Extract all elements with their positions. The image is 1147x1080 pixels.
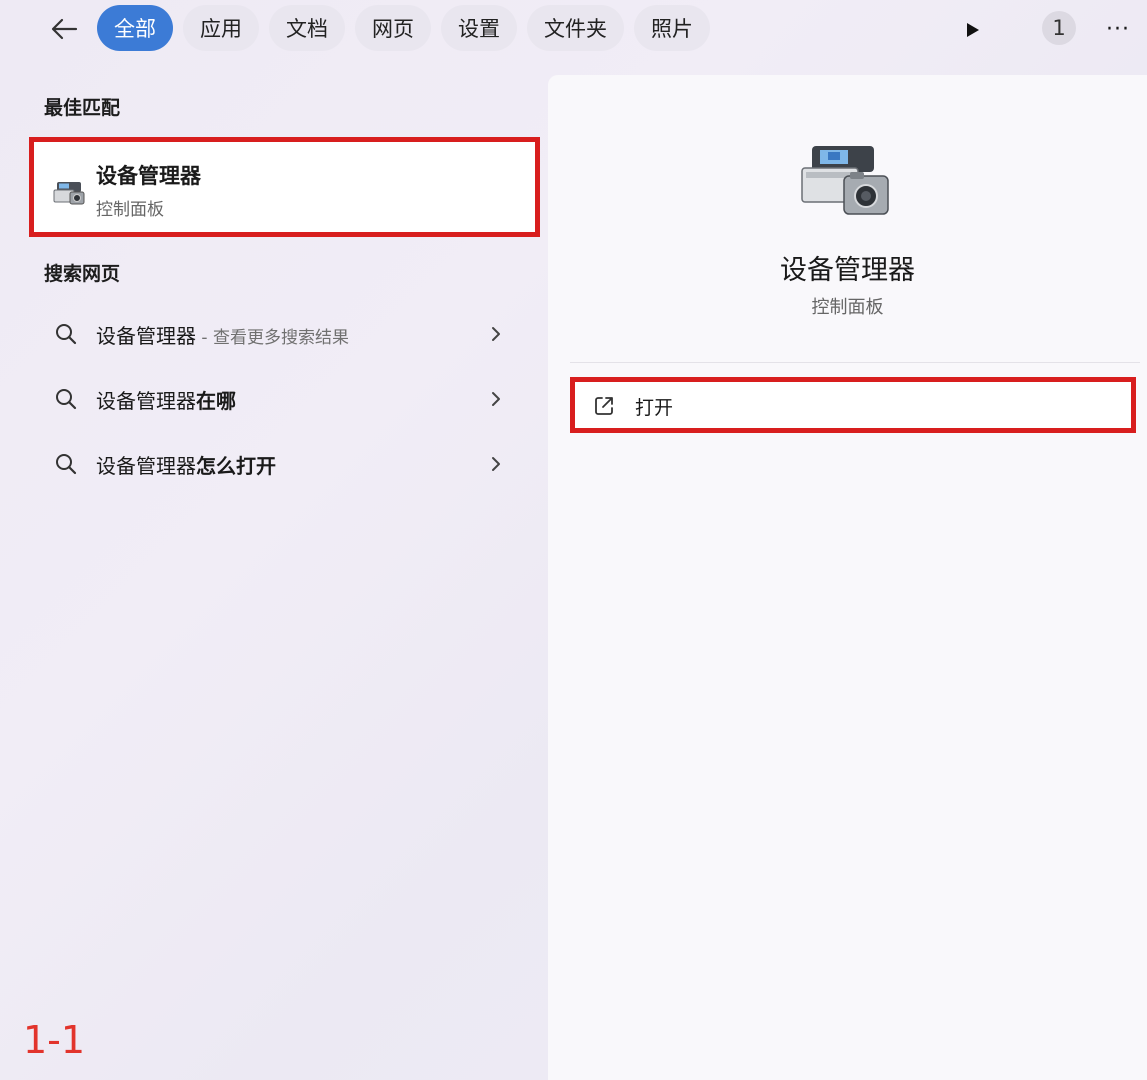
web-search-label: 设备管理器怎么打开 [96,454,276,478]
chevron-right-icon [492,457,500,471]
detail-panel: 设备管理器 控制面板 打开 [548,75,1147,1080]
web-search-item[interactable]: 设备管理器 - 查看更多搜索结果 [40,306,515,362]
web-search-item[interactable]: 设备管理器在哪 [40,371,515,427]
tab-photos[interactable]: 照片 [634,5,710,51]
device-manager-icon [53,182,85,205]
count-badge[interactable]: 1 [1042,11,1076,45]
web-search-label: 设备管理器 - 查看更多搜索结果 [96,324,349,348]
top-bar: 全部 应用 文档 网页 设置 文件夹 照片 1 ··· [0,0,1147,60]
tab-web[interactable]: 网页 [355,5,431,51]
search-icon [56,324,77,345]
open-external-icon [595,397,613,415]
more-options-button[interactable]: ··· [1101,14,1135,44]
play-icon [967,23,979,37]
web-search-label: 设备管理器在哪 [96,389,236,413]
web-search-heading: 搜索网页 [44,263,121,285]
search-icon [56,389,77,410]
tab-apps[interactable]: 应用 [183,5,259,51]
tab-settings[interactable]: 设置 [441,5,517,51]
open-label: 打开 [635,397,674,419]
tab-all[interactable]: 全部 [97,5,173,51]
figure-label: 1-1 [23,1018,86,1062]
tab-folders[interactable]: 文件夹 [527,5,624,51]
best-match-name: 设备管理器 [96,164,201,188]
chevron-right-icon [492,327,500,341]
best-match-result[interactable]: 设备管理器 控制面板 [29,137,540,237]
filter-tabs: 全部 应用 文档 网页 设置 文件夹 照片 [97,5,710,53]
divider [570,362,1140,363]
open-button[interactable]: 打开 [570,377,1136,433]
back-arrow-icon [51,18,78,40]
device-manager-icon [801,146,889,215]
more-tabs-button[interactable] [958,16,986,44]
chevron-right-icon [492,392,500,406]
back-button[interactable] [44,10,84,48]
app-subtitle: 控制面板 [811,297,884,318]
app-title: 设备管理器 [780,255,915,286]
web-search-item[interactable]: 设备管理器怎么打开 [40,436,515,492]
search-icon [56,454,77,475]
best-match-subtitle: 控制面板 [96,200,164,220]
best-match-heading: 最佳匹配 [44,97,121,119]
tab-documents[interactable]: 文档 [269,5,345,51]
